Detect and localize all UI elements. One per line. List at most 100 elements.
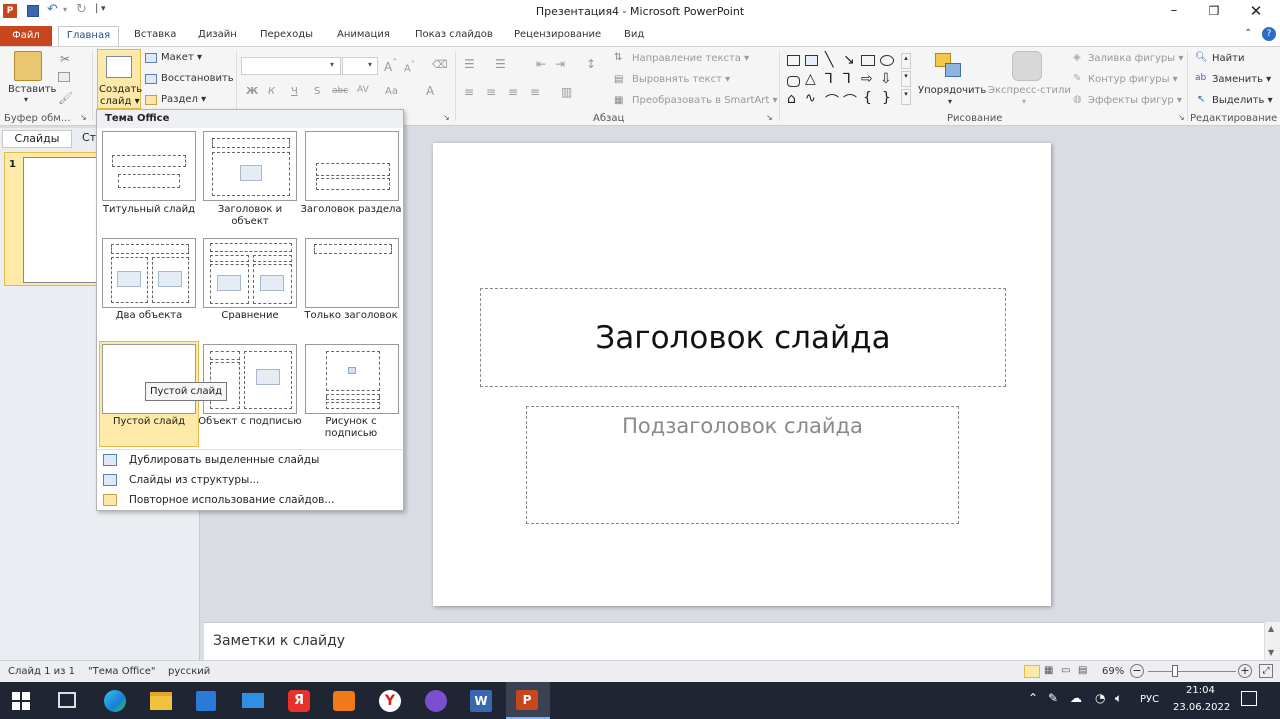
oval-shape-icon[interactable] <box>880 55 894 66</box>
restore-button[interactable]: ❐ <box>1203 4 1225 18</box>
line-spacing-icon[interactable]: ↕ <box>586 57 596 71</box>
status-theme[interactable]: "Тема Office" <box>88 666 156 677</box>
layout-title-only[interactable] <box>305 238 399 308</box>
textbox-shape-icon[interactable] <box>805 55 818 66</box>
tab-transitions[interactable]: Переходы <box>254 26 319 46</box>
down-arrow-shape-icon[interactable]: ⇩ <box>880 71 892 87</box>
tab-slideshow[interactable]: Показ слайдов <box>409 26 499 46</box>
text-direction-button[interactable]: Направление текста ▾ <box>632 53 749 64</box>
shapes-more-icon[interactable]: ▾ <box>901 89 911 105</box>
layout-title-slide[interactable] <box>102 131 196 201</box>
arrow-line-shape-icon[interactable]: ↘ <box>843 52 855 68</box>
shapes-scroll-down-icon[interactable]: ▾ <box>901 71 911 87</box>
tab-insert[interactable]: Вставка <box>128 26 182 46</box>
shadow-icon[interactable]: S <box>314 86 320 97</box>
strikethrough-icon[interactable]: abc <box>332 86 348 96</box>
notes-scrollbar[interactable]: ▲ ▼ <box>1264 622 1280 660</box>
powerpoint-taskbar-active[interactable]: P <box>506 682 550 719</box>
explorer-icon[interactable] <box>150 692 172 710</box>
font-launcher-icon[interactable]: ↘ <box>443 113 450 122</box>
cut-icon[interactable]: ✂ <box>60 52 70 66</box>
layout-comparison[interactable] <box>203 238 297 308</box>
title-placeholder[interactable]: Заголовок слайда <box>480 288 1006 387</box>
normal-view-icon[interactable] <box>1024 665 1040 678</box>
tray-language[interactable]: РУС <box>1140 694 1159 705</box>
scroll-down-icon[interactable]: ▼ <box>1268 648 1274 657</box>
tray-chevron-icon[interactable]: ⌃ <box>1028 691 1038 705</box>
tab-slides-panel[interactable]: Слайды <box>2 130 72 148</box>
tray-volume-icon[interactable]: 🔈︎ <box>1115 691 1122 706</box>
numbering-icon[interactable]: ☰ <box>495 57 506 71</box>
slideshow-icon[interactable]: ▤ <box>1078 665 1092 678</box>
shapes-gallery[interactable]: ╲ ↘ △ ⅂ ⅂ ⇨ ⇩ ⌂ ∿ ⌒ ⌒ { } <box>785 51 899 110</box>
clear-formatting-icon[interactable]: ⌫ <box>432 58 448 71</box>
increase-indent-icon[interactable]: ⇥ <box>555 57 565 71</box>
zoom-out-icon[interactable]: − <box>1130 664 1144 678</box>
select-button[interactable]: Выделить ▾ <box>1212 95 1273 106</box>
layout-two-content[interactable] <box>102 238 196 308</box>
freeform-shape-icon[interactable]: ⌂ <box>787 91 796 107</box>
grow-font-icon[interactable]: A˄ <box>384 58 397 74</box>
layout-button[interactable]: Макет ▾ <box>161 52 202 63</box>
bullets-icon[interactable]: ☰ <box>464 57 475 71</box>
menu-duplicate-slides[interactable]: Дублировать выделенные слайды <box>97 450 403 470</box>
bracket-shape-icon[interactable]: ⌒ <box>843 91 857 111</box>
arc-shape-icon[interactable]: ⌒ <box>825 91 839 111</box>
slide-thumbnail-selection[interactable]: 1 <box>4 152 103 286</box>
font-size-box[interactable] <box>342 57 378 75</box>
tab-view[interactable]: Вид <box>618 26 650 46</box>
tray-network-icon[interactable]: ◔ <box>1095 691 1105 705</box>
tab-file[interactable]: Файл <box>0 26 52 46</box>
paste-icon[interactable] <box>14 51 42 81</box>
layout-title-content[interactable] <box>203 131 297 201</box>
layout-section-header[interactable] <box>305 131 399 201</box>
scroll-up-icon[interactable]: ▲ <box>1268 624 1274 633</box>
media-player-icon[interactable] <box>333 691 355 711</box>
zoom-level[interactable]: 69% <box>1102 666 1124 677</box>
quick-styles-button[interactable]: Экспресс-стили <box>988 85 1071 96</box>
notifications-icon[interactable] <box>1241 691 1257 706</box>
justify-icon[interactable]: ≡ <box>530 85 540 99</box>
subtitle-placeholder[interactable]: Подзаголовок слайда <box>526 406 959 524</box>
zoom-slider-thumb[interactable] <box>1172 665 1178 677</box>
menu-slides-from-outline[interactable]: Слайды из структуры... <box>97 470 403 490</box>
right-arrow-shape-icon[interactable]: ⇨ <box>861 71 873 87</box>
edge-icon[interactable] <box>104 690 126 712</box>
replace-button[interactable]: Заменить ▾ <box>1212 74 1271 85</box>
start-icon[interactable] <box>12 692 30 710</box>
tray-cloud-icon[interactable]: ☁ <box>1070 691 1082 705</box>
minimize-button[interactable]: – <box>1162 3 1186 18</box>
menu-reuse-slides[interactable]: Повторное использование слайдов... <box>97 490 403 510</box>
rectangle-shape-icon[interactable] <box>787 55 800 66</box>
right-brace-shape-icon[interactable]: } <box>882 90 891 106</box>
slide-canvas[interactable]: Заголовок слайда Подзаголовок слайда <box>433 143 1051 606</box>
yandex-browser-icon[interactable]: Я <box>288 690 310 712</box>
align-right-icon[interactable]: ≡ <box>508 85 518 99</box>
smartart-button[interactable]: Преобразовать в SmartArt ▾ <box>632 95 778 106</box>
tray-date[interactable]: 23.06.2022 <box>1173 702 1230 713</box>
word-icon[interactable]: W <box>470 690 492 712</box>
zoom-in-icon[interactable]: + <box>1238 664 1252 678</box>
notes-pane[interactable]: Заметки к слайду <box>204 622 1264 660</box>
tab-animation[interactable]: Анимация <box>331 26 396 46</box>
paste-button[interactable]: Вставить <box>8 84 56 95</box>
connector2-shape-icon[interactable]: ⅂ <box>843 71 851 87</box>
tab-home[interactable]: Главная <box>58 26 119 46</box>
left-brace-shape-icon[interactable]: { <box>863 90 872 106</box>
paste-dropdown-icon[interactable]: ▾ <box>24 95 28 104</box>
tab-review[interactable]: Рецензирование <box>508 26 607 46</box>
font-name-box[interactable] <box>241 57 341 75</box>
layout-picture-caption[interactable] <box>305 344 399 414</box>
triangle-shape-icon[interactable]: △ <box>805 71 816 87</box>
font-size-dropdown-icon[interactable]: ▾ <box>368 60 372 69</box>
layout-content-caption[interactable] <box>203 344 297 414</box>
shrink-font-icon[interactable]: A˅ <box>404 59 415 74</box>
underline-icon[interactable]: Ч <box>291 86 298 97</box>
arrange-button[interactable]: Упорядочить <box>918 85 986 96</box>
connector-shape-icon[interactable]: ⅂ <box>825 71 833 87</box>
help-icon[interactable]: ? <box>1262 27 1276 41</box>
slide-thumbnail[interactable] <box>23 157 103 283</box>
drawing-launcher-icon[interactable]: ↘ <box>1178 113 1185 122</box>
align-text-button[interactable]: Выровнять текст ▾ <box>632 74 730 85</box>
change-case-icon[interactable]: Aa <box>385 86 398 97</box>
